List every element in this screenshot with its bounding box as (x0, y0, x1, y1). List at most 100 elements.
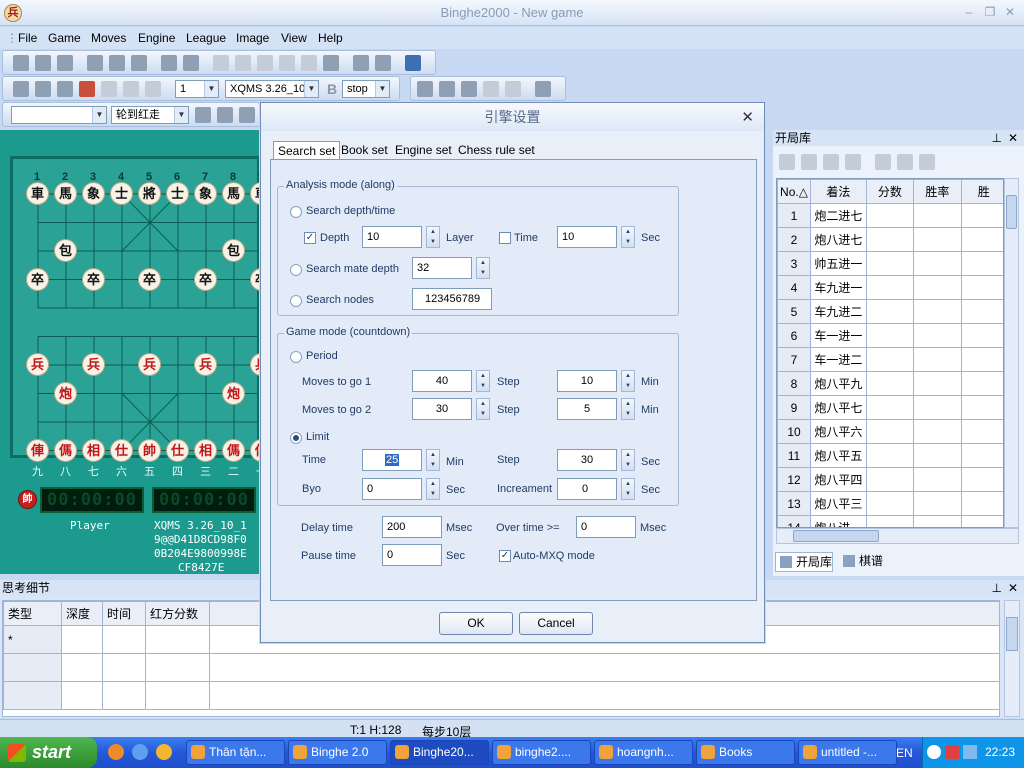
delete-icon[interactable] (919, 154, 935, 170)
arrow-up-icon[interactable]: ▲ (622, 450, 634, 460)
level-select[interactable]: 1 ▼ (175, 80, 219, 98)
arrow-up-icon[interactable]: ▲ (477, 258, 489, 268)
tab-opening-book[interactable]: 开局库 (775, 552, 833, 572)
lock-icon[interactable] (823, 154, 839, 170)
start-button[interactable]: start (0, 737, 97, 768)
arrow-up-icon[interactable]: ▲ (622, 479, 634, 489)
close-icon[interactable]: ✕ (1003, 6, 1017, 18)
table-row[interactable]: 8 炮八平九 (777, 371, 1003, 396)
mate-depth-input[interactable]: 32 (412, 257, 472, 279)
rewind-icon[interactable] (483, 81, 499, 97)
red-piece[interactable]: 仕 (166, 438, 189, 462)
table-row[interactable]: 3 帅五进一 (777, 251, 1003, 276)
help-icon[interactable] (405, 55, 421, 71)
task-item[interactable]: Thân tặn... (186, 740, 285, 765)
moves1-step-input[interactable]: 10 (557, 370, 617, 392)
time-checkbox[interactable] (499, 232, 511, 244)
opening-column-header[interactable]: 胜 (960, 179, 1003, 204)
task-item[interactable]: hoangnh... (594, 740, 693, 765)
col-red-score[interactable]: 红方分数 (145, 601, 210, 626)
analyze-icon[interactable] (123, 81, 139, 97)
scroll-thumb[interactable] (1006, 195, 1017, 229)
over-time-input[interactable]: 0 (576, 516, 636, 538)
table-row[interactable]: 14 炮八进一 (777, 515, 1003, 527)
menu-engine[interactable]: Engine (138, 31, 175, 45)
task-item[interactable]: Books (696, 740, 795, 765)
red-piece[interactable]: 兵 (138, 353, 161, 376)
print-icon[interactable] (87, 55, 103, 71)
table-row[interactable]: 6 车一进一 (777, 323, 1003, 348)
arrow-down-icon[interactable]: ▼ (477, 409, 489, 419)
byo-stepper[interactable]: ▲ ▼ (426, 478, 440, 500)
moves2-input[interactable]: 30 (412, 398, 472, 420)
red-piece[interactable]: 傌 (222, 438, 245, 462)
monitor-icon[interactable] (57, 81, 73, 97)
byo-input[interactable]: 0 (362, 478, 422, 500)
export-icon[interactable] (375, 55, 391, 71)
menu-file[interactable]: File (18, 31, 37, 45)
menu-image[interactable]: Image (236, 31, 269, 45)
panel-icon[interactable] (535, 81, 551, 97)
time-input[interactable]: 10 (557, 226, 617, 248)
arrow-down-icon[interactable]: ▼ (622, 237, 634, 247)
scroll-thumb[interactable] (1006, 617, 1018, 651)
antivirus-icon[interactable] (945, 745, 959, 759)
scroll-thumb[interactable] (793, 530, 879, 542)
filter-icon[interactable] (845, 154, 861, 170)
arrow-down-icon[interactable]: ▼ (622, 381, 634, 391)
arrow-down-icon[interactable]: ▼ (427, 460, 439, 470)
lightning-icon[interactable] (779, 154, 795, 170)
table-icon[interactable] (801, 154, 817, 170)
arrow-down-icon[interactable]: ▼ (477, 381, 489, 391)
col-type[interactable]: 类型 (3, 601, 62, 626)
search-nodes-radio[interactable] (290, 295, 302, 307)
red-piece[interactable]: 仕 (110, 438, 133, 462)
tab-engine-set[interactable]: Engine set (391, 141, 456, 159)
opening-column-header[interactable]: No.△ (777, 179, 811, 204)
pin-icon[interactable]: ⊥ (992, 130, 1002, 146)
table-row[interactable]: 7 车一进二 (777, 347, 1003, 372)
col-time[interactable]: 时间 (102, 601, 146, 626)
list-icon[interactable] (417, 81, 433, 97)
settings-icon[interactable] (131, 55, 147, 71)
search-mate-radio[interactable] (290, 264, 302, 276)
red-piece[interactable]: 相 (194, 438, 217, 462)
firefox-icon[interactable] (108, 744, 124, 760)
delay-time-input[interactable]: 200 (382, 516, 442, 538)
table-row[interactable]: 5 车九进二 (777, 299, 1003, 324)
arrow-up-icon[interactable]: ▲ (477, 399, 489, 409)
depth-stepper[interactable]: ▲ ▼ (426, 226, 440, 248)
arrow-up-icon[interactable]: ▲ (622, 399, 634, 409)
arrow-down-icon[interactable]: ▼ (622, 460, 634, 470)
table-row[interactable]: 10 炮八平六 (777, 419, 1003, 444)
depth-input[interactable]: 10 (362, 226, 422, 248)
arrow-up-icon[interactable]: ▲ (622, 371, 634, 381)
prev-move-icon[interactable] (235, 55, 251, 71)
new-icon[interactable] (13, 55, 29, 71)
search-depth-time-radio[interactable] (290, 206, 302, 218)
opening-column-header[interactable]: 分数 (865, 179, 915, 204)
open-icon[interactable] (35, 55, 51, 71)
tab-book-set[interactable]: Book set (337, 141, 392, 159)
black-piece[interactable]: 卒 (26, 267, 49, 291)
engine-select[interactable]: XQMS 3.26_10 ▼ (225, 80, 319, 98)
hint-icon[interactable] (101, 81, 117, 97)
limit-time-stepper[interactable]: ▲ ▼ (426, 449, 440, 471)
red-piece[interactable]: 炮 (222, 381, 245, 405)
red-piece[interactable]: 相 (82, 438, 105, 462)
pause-time-input[interactable]: 0 (382, 544, 442, 566)
arrow-down-icon[interactable]: ▼ (622, 409, 634, 419)
arrow-down-icon[interactable]: ▼ (427, 489, 439, 499)
menu-game[interactable]: Game (48, 31, 81, 45)
time-stepper[interactable]: ▲ ▼ (621, 226, 635, 248)
task-item[interactable]: untitled -... (798, 740, 897, 765)
black-piece[interactable]: 馬 (222, 182, 245, 205)
red-piece[interactable]: 帥 (138, 438, 161, 462)
red-piece[interactable]: 兵 (194, 353, 217, 376)
table-row[interactable]: 12 炮八平四 (777, 467, 1003, 492)
arrow-up-icon[interactable]: ▲ (427, 227, 439, 237)
limit-time-input[interactable]: 25 (362, 449, 422, 471)
pin-icon[interactable]: ⊥ (992, 580, 1002, 596)
black-piece[interactable]: 馬 (54, 182, 77, 205)
game-select[interactable]: ▼ (11, 106, 107, 124)
